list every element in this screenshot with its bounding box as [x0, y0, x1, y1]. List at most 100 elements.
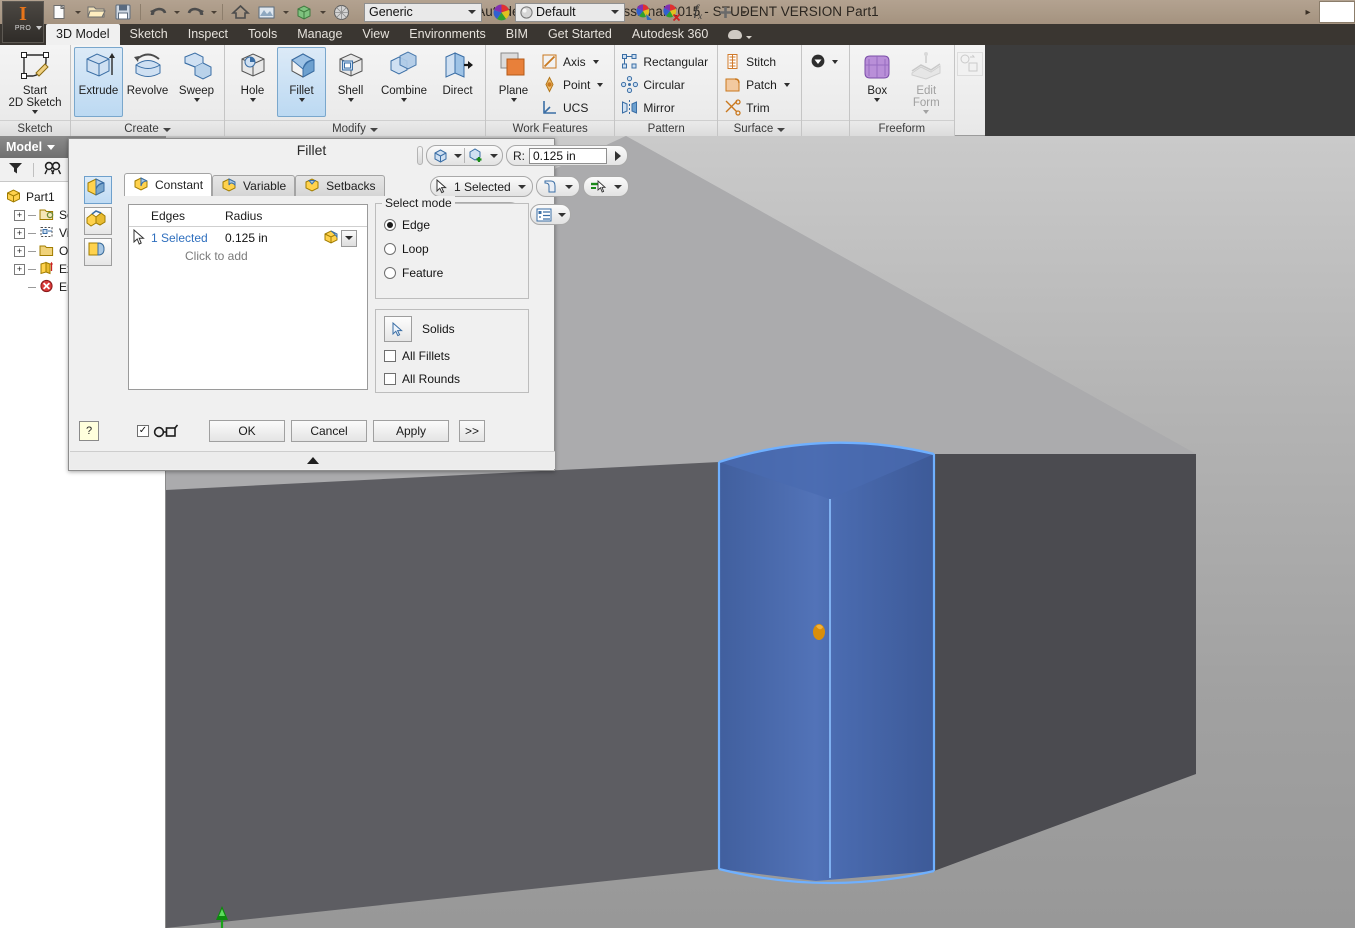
- start-2d-sketch-button-caret-icon[interactable]: [32, 110, 38, 114]
- checkbox-icon[interactable]: [384, 372, 396, 385]
- thicken-offset-button[interactable]: [805, 50, 846, 73]
- plane-button[interactable]: Plane: [489, 47, 538, 117]
- face-fillet-mode[interactable]: [84, 207, 112, 235]
- save-icon[interactable]: [110, 1, 136, 23]
- autodesk-360-cloud-menu[interactable]: [718, 24, 762, 45]
- appearance-combo[interactable]: Default: [515, 2, 625, 22]
- new-icon[interactable]: [46, 1, 72, 23]
- table-row[interactable]: 1 Selected 0.125 in: [129, 227, 367, 249]
- add-fillet-caret-icon[interactable]: [487, 146, 500, 165]
- fillet-edge-style-pill[interactable]: [582, 176, 629, 197]
- ucs-button[interactable]: UCS: [538, 96, 611, 119]
- edit-form-button[interactable]: Edit Form: [902, 47, 951, 117]
- appearance-icon[interactable]: [254, 1, 280, 23]
- application-menu-button[interactable]: I PRO: [2, 1, 44, 43]
- redo-icon[interactable]: [182, 1, 208, 23]
- list-view-icon[interactable]: [533, 205, 555, 224]
- edges-add-hint[interactable]: Click to add: [129, 249, 367, 267]
- extrude-button[interactable]: Extrude: [74, 47, 123, 117]
- select-mode-loop[interactable]: Loop: [376, 237, 528, 261]
- combine-button-caret-icon[interactable]: [401, 98, 407, 102]
- trim-button[interactable]: Trim: [721, 96, 798, 119]
- appearance-select-icon[interactable]: [631, 1, 657, 23]
- ribbon-tab-inspect[interactable]: Inspect: [178, 24, 238, 45]
- material-icon[interactable]: [291, 1, 317, 23]
- ribbon-tab-bim[interactable]: BIM: [496, 24, 538, 45]
- fillet-button-caret-icon[interactable]: [299, 98, 305, 102]
- sweep-button[interactable]: Sweep: [172, 47, 221, 117]
- select-mode-edge[interactable]: Edge: [376, 213, 528, 237]
- checkbox-all-fillets[interactable]: All Fillets: [376, 344, 528, 367]
- shell-button[interactable]: Shell: [326, 47, 375, 117]
- color-wheel-icon[interactable]: [488, 1, 514, 23]
- render-icon[interactable]: [328, 1, 354, 23]
- material-combo[interactable]: Generic: [364, 2, 482, 22]
- freeform-extra-tool-icon[interactable]: [957, 52, 983, 76]
- fillet-button[interactable]: Fillet: [277, 47, 326, 117]
- hole-button-caret-icon[interactable]: [250, 98, 256, 102]
- edge-style-caret-icon[interactable]: [612, 177, 625, 196]
- undo-icon[interactable]: [145, 1, 171, 23]
- sweep-button-caret-icon[interactable]: [194, 98, 200, 102]
- expand-toggle-icon[interactable]: +: [14, 227, 25, 239]
- panel-expand-caret-icon[interactable]: [163, 121, 171, 137]
- axis-button-caret-icon[interactable]: [591, 60, 601, 64]
- full-round-fillet-mode[interactable]: [84, 238, 112, 266]
- shell-button-caret-icon[interactable]: [348, 98, 354, 102]
- cancel-button[interactable]: Cancel: [291, 420, 367, 442]
- box-button[interactable]: Box: [853, 47, 902, 117]
- ribbon-tab-view[interactable]: View: [352, 24, 399, 45]
- ribbon-tab-3d-model[interactable]: 3D Model: [46, 24, 120, 45]
- ribbon-tab-environments[interactable]: Environments: [399, 24, 495, 45]
- list-view-caret-icon[interactable]: [555, 205, 568, 224]
- start-2d-sketch-button[interactable]: Start 2D Sketch: [3, 47, 67, 117]
- help-button[interactable]: ?: [79, 421, 99, 441]
- appearance-caret-icon[interactable]: [281, 1, 290, 23]
- fillet-tab-constant[interactable]: Constant: [124, 173, 213, 196]
- undo-caret-icon[interactable]: [172, 1, 181, 23]
- radius-apply-icon[interactable]: [611, 151, 625, 161]
- stitch-button[interactable]: Stitch: [721, 50, 798, 73]
- axis-button[interactable]: Axis: [538, 50, 611, 73]
- thicken-offset-button-caret-icon[interactable]: [830, 60, 840, 64]
- mirror-button[interactable]: Mirror: [618, 96, 714, 119]
- panel-expand-caret-icon[interactable]: [777, 121, 785, 137]
- ribbon-tab-tools[interactable]: Tools: [238, 24, 287, 45]
- fillet-tab-setbacks[interactable]: Setbacks: [295, 175, 385, 196]
- titlebar-expand-icon[interactable]: ▸: [1297, 0, 1319, 24]
- point-button-caret-icon[interactable]: [595, 83, 605, 87]
- radio-icon[interactable]: [384, 243, 396, 255]
- edges-table[interactable]: Edges Radius 1 Selected 0.125 in Click t…: [128, 204, 368, 390]
- solids-select-button[interactable]: [384, 316, 412, 342]
- collapse-up-icon[interactable]: [306, 457, 319, 464]
- mini-toolbar-grip[interactable]: [417, 146, 423, 165]
- edit-form-button-caret-icon[interactable]: [923, 110, 929, 114]
- radius-input[interactable]: [529, 147, 607, 164]
- list-view-pill[interactable]: [530, 204, 571, 225]
- patch-button[interactable]: Patch: [721, 73, 798, 96]
- checkbox-all-rounds[interactable]: All Rounds: [376, 367, 528, 390]
- panel-expand-caret-icon[interactable]: [370, 121, 378, 137]
- open-icon[interactable]: [83, 1, 109, 23]
- preview-checkbox[interactable]: ✓: [137, 425, 149, 437]
- radio-icon[interactable]: [384, 219, 396, 231]
- rectangular-pattern-button[interactable]: Rectangular: [618, 50, 714, 73]
- point-button[interactable]: Point: [538, 73, 611, 96]
- selection-count-pill[interactable]: 1 Selected: [430, 176, 533, 197]
- search-box[interactable]: [1319, 1, 1355, 23]
- expand-toggle-icon[interactable]: +: [14, 209, 25, 221]
- add-fillet-icon[interactable]: [465, 146, 487, 165]
- add-icon[interactable]: [712, 1, 738, 23]
- row-solid-icon[interactable]: [323, 229, 340, 248]
- ribbon-tab-autodesk-360[interactable]: Autodesk 360: [622, 24, 718, 45]
- new-caret-icon[interactable]: [73, 1, 82, 23]
- revolve-button[interactable]: Revolve: [123, 47, 172, 117]
- ribbon-tab-sketch[interactable]: Sketch: [120, 24, 178, 45]
- material-caret-icon[interactable]: [318, 1, 327, 23]
- ribbon-tab-get-started[interactable]: Get Started: [538, 24, 622, 45]
- app-menu-caret-icon[interactable]: [36, 26, 42, 30]
- direct-button[interactable]: Direct: [433, 47, 482, 117]
- ok-button[interactable]: OK: [209, 420, 285, 442]
- filter-icon[interactable]: [8, 161, 23, 178]
- fx-parameters-icon[interactable]: fx: [685, 1, 711, 23]
